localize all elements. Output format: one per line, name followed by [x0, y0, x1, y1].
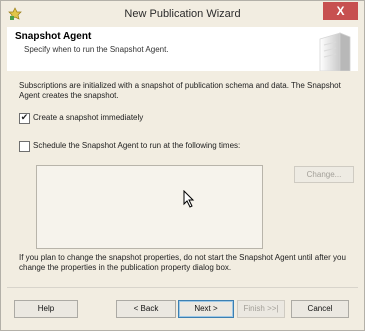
- title-bar[interactable]: New Publication Wizard X: [1, 1, 364, 27]
- intro-line-1: Subscriptions are initialized with a sna…: [19, 81, 341, 90]
- schedule-agent-label[interactable]: Schedule the Snapshot Agent to run at th…: [33, 141, 240, 150]
- help-button[interactable]: Help: [14, 300, 78, 318]
- footer-separator: [7, 287, 358, 288]
- create-snapshot-checkbox[interactable]: ✔: [19, 112, 30, 124]
- note-line-1: If you plan to change the snapshot prope…: [19, 253, 346, 262]
- mouse-cursor-icon: [183, 190, 195, 208]
- page-title: Snapshot Agent: [15, 31, 92, 42]
- wizard-body: Subscriptions are initialized with a sna…: [7, 71, 358, 281]
- schedule-description-box: [36, 165, 263, 249]
- change-schedule-button[interactable]: Change...: [294, 166, 354, 183]
- back-button[interactable]: < Back: [116, 300, 176, 318]
- schedule-agent-checkbox[interactable]: [19, 141, 30, 152]
- close-button[interactable]: X: [323, 2, 358, 20]
- check-mark-icon: ✔: [20, 112, 29, 122]
- create-snapshot-label[interactable]: Create a snapshot immediately: [33, 113, 143, 122]
- note-text: If you plan to change the snapshot prope…: [19, 253, 349, 273]
- intro-text: Subscriptions are initialized with a sna…: [19, 81, 345, 101]
- cancel-button[interactable]: Cancel: [291, 300, 349, 318]
- next-button[interactable]: Next >: [178, 300, 234, 318]
- header-panel: Snapshot Agent Specify when to run the S…: [7, 27, 358, 72]
- intro-line-2: Agent creates the snapshot.: [19, 91, 119, 100]
- page-subtitle: Specify when to run the Snapshot Agent.: [24, 45, 169, 54]
- window-title: New Publication Wizard: [124, 8, 241, 20]
- note-line-2: change the properties in the publication…: [19, 263, 232, 272]
- server-graphic-icon: [319, 32, 351, 71]
- finish-button[interactable]: Finish >>|: [237, 300, 285, 318]
- wizard-window: New Publication Wizard X Snapshot Agent …: [0, 0, 365, 331]
